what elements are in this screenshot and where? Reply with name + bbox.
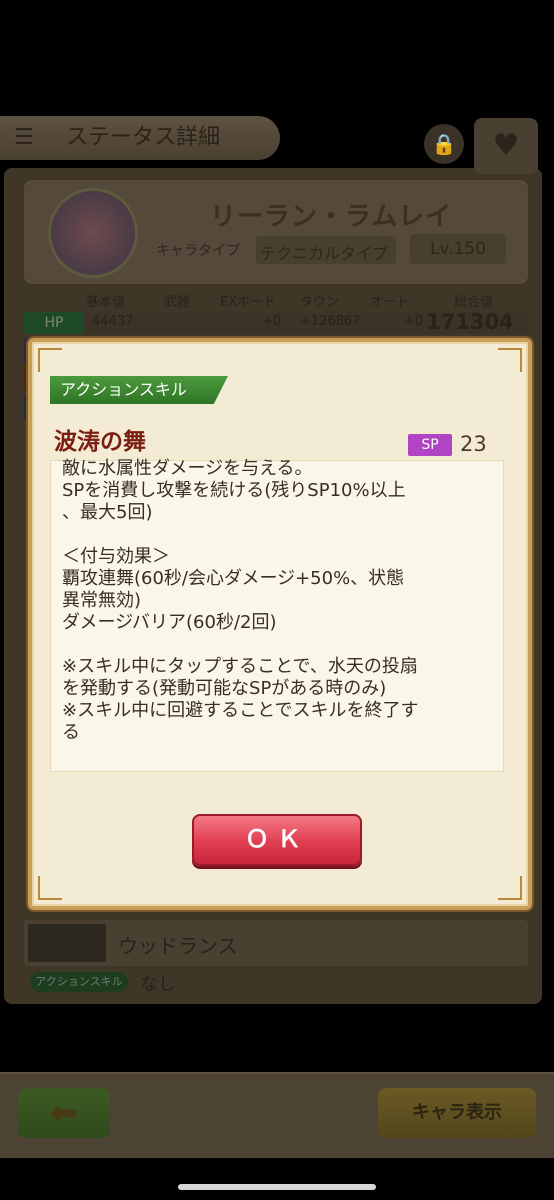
dialog-corner-ornament <box>498 876 522 900</box>
weapon-name: ウッドランス <box>118 934 238 958</box>
hp-exboard-value: +0 <box>262 314 282 329</box>
lock-icon[interactable]: 🔒 <box>424 124 464 164</box>
title-bar: ☰ ステータス詳細 <box>0 116 280 160</box>
hamburger-menu-icon[interactable]: ☰ <box>14 126 40 150</box>
stats-header-auto: オート <box>370 295 410 310</box>
dialog-corner-ornament <box>38 348 62 372</box>
back-button[interactable]: ⬅ <box>18 1088 110 1138</box>
weapon-skill-label: アクションスキル <box>30 972 128 992</box>
left-arrow-icon: ⬅ <box>49 1093 79 1133</box>
hp-base-value: 44437 <box>92 314 134 329</box>
heart-icon: ♥ <box>492 128 520 163</box>
dialog-corner-ornament <box>38 876 62 900</box>
character-type-value: テクニカルタイプ <box>260 244 389 263</box>
stats-header-base: 基本値 <box>86 295 126 310</box>
sp-badge: SP <box>408 434 452 456</box>
hp-label: HP <box>24 312 84 334</box>
ok-button[interactable]: ＯＫ <box>192 814 362 866</box>
stats-header-weapon: 武器 <box>164 295 191 310</box>
hp-total-value: 171304 <box>426 310 514 334</box>
character-name: リーラン・ラムレイ <box>210 202 453 232</box>
weapon-skill-value: なし <box>140 974 176 995</box>
stats-header-exboard: EXボード <box>220 295 277 310</box>
skill-category-ribbon: アクションスキル <box>50 376 228 404</box>
page-title: ステータス詳細 <box>66 125 221 150</box>
stats-header-town: タウン <box>300 295 340 310</box>
skill-name: 波涛の舞 <box>54 429 146 455</box>
stats-header-row: 基本値 武器 EXボード タウン オート 総合値 <box>24 288 528 312</box>
character-type-label: キャラタイプ <box>156 243 240 259</box>
chara-view-button[interactable]: キャラ表示 <box>378 1088 536 1138</box>
dialog-corner-ornament <box>498 348 522 372</box>
hp-auto-value: +0 <box>404 314 424 329</box>
skill-description-text: 敵に水属性ダメージを与える。 SPを消費し攻撃を続ける(残りSP10%以上 、最… <box>62 458 419 743</box>
favorite-heart-button[interactable]: ♥ <box>474 118 538 174</box>
home-indicator[interactable] <box>178 1184 376 1190</box>
character-portrait[interactable] <box>48 188 138 278</box>
weapon-thumbnail <box>28 924 106 962</box>
character-level: Lv.150 <box>410 234 506 264</box>
sp-cost: 23 <box>460 432 487 456</box>
hp-town-value: +126867 <box>300 314 361 329</box>
stats-header-total: 総合値 <box>454 295 494 310</box>
